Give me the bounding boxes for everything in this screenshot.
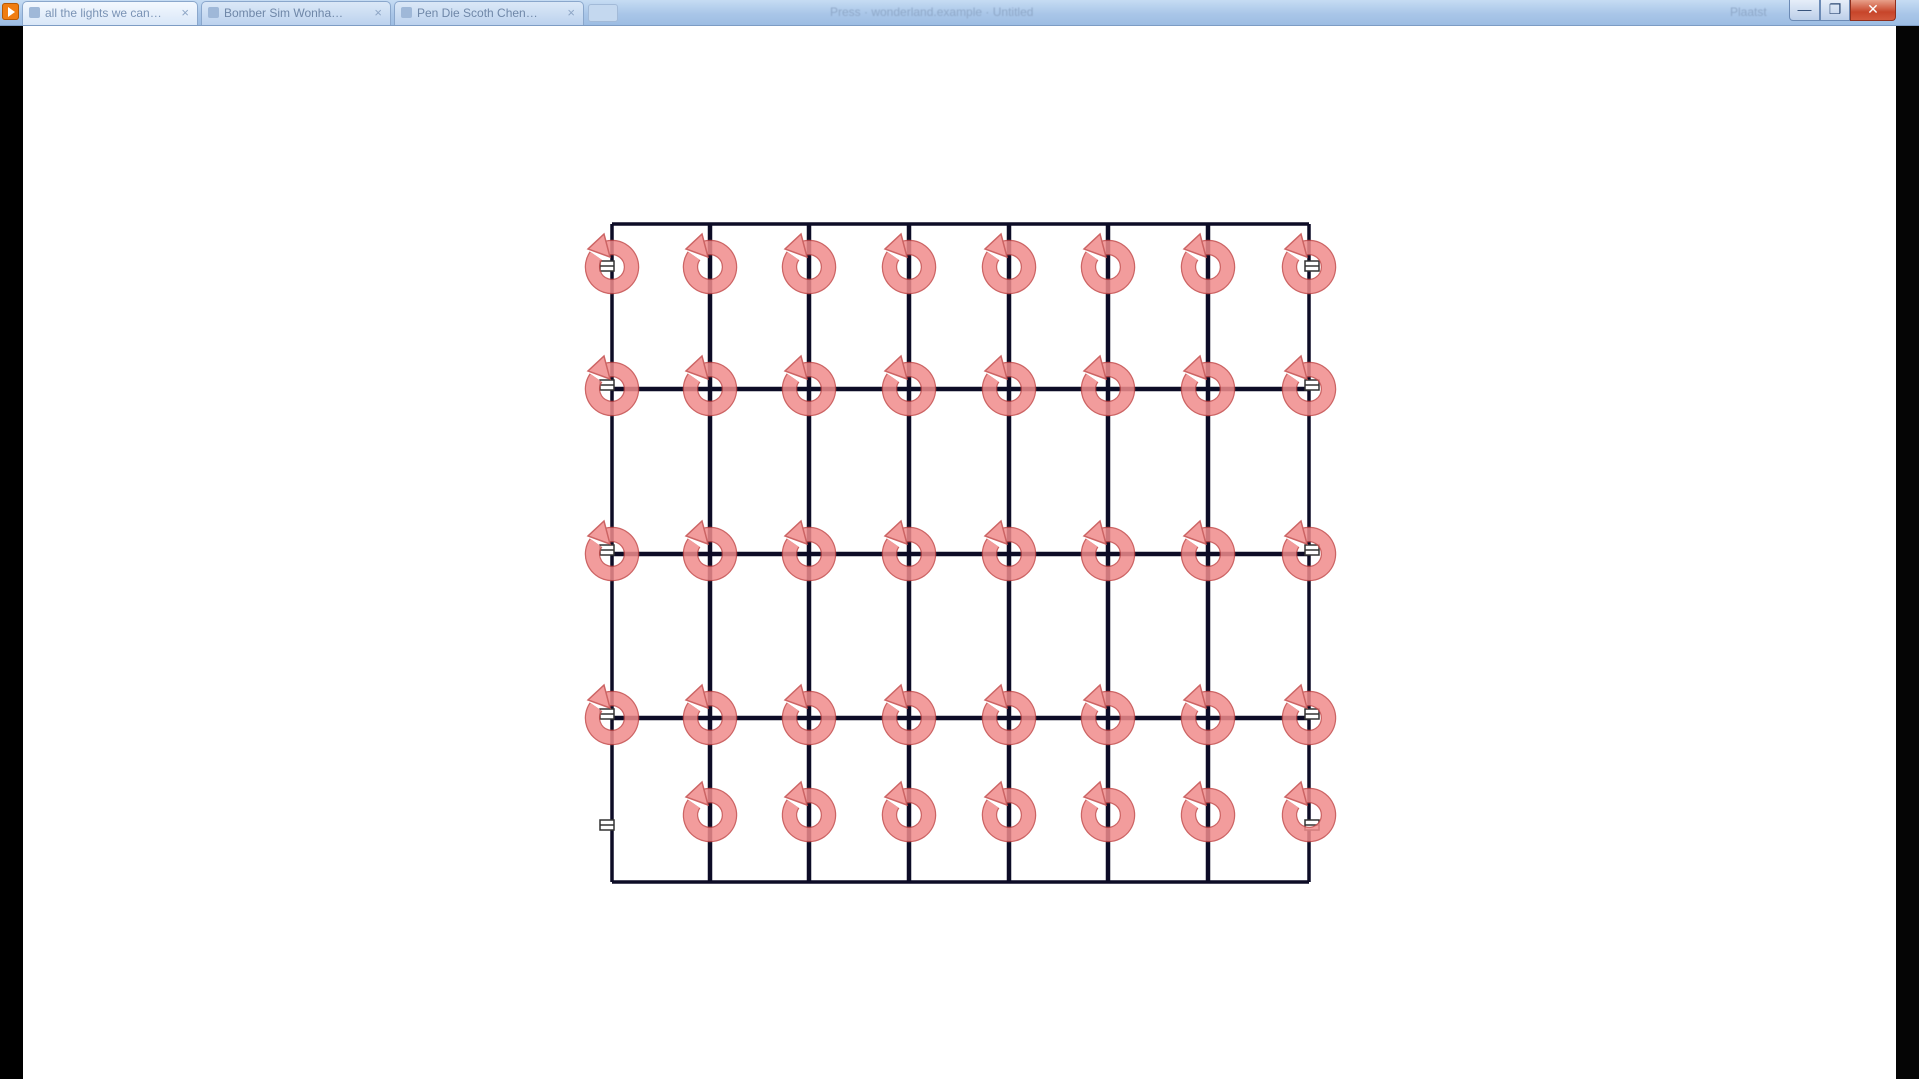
edge-connector-icon bbox=[599, 379, 615, 391]
edge-connector-icon bbox=[599, 260, 615, 272]
tab-active[interactable]: all the lights we can… × bbox=[22, 1, 198, 25]
edge-connector-icon bbox=[1304, 708, 1320, 720]
minimize-button[interactable]: — bbox=[1789, 0, 1820, 21]
grid-canvas[interactable] bbox=[23, 26, 1896, 1079]
browser-titlebar: all the lights we can… × Bomber Sim Wonh… bbox=[0, 0, 1919, 26]
window-right-border bbox=[1896, 26, 1919, 1079]
restart-icon bbox=[1281, 780, 1337, 843]
tab-favicon-icon bbox=[208, 7, 219, 18]
tab-label: all the lights we can… bbox=[45, 6, 162, 20]
maximize-button[interactable]: ❐ bbox=[1820, 0, 1850, 21]
tab-favicon-icon bbox=[401, 7, 412, 18]
close-button[interactable]: ✕ bbox=[1850, 0, 1896, 21]
tab-close-icon[interactable]: × bbox=[567, 2, 575, 24]
window-right-label: Plaatst bbox=[1730, 5, 1767, 19]
edge-connector-icon bbox=[1304, 260, 1320, 272]
window-title-text: Press · wonderland.example · Untitled bbox=[830, 5, 1034, 19]
edge-connector-icon bbox=[599, 708, 615, 720]
tab-3[interactable]: Pen Die Scoth Chen… × bbox=[394, 1, 584, 25]
canvas-area[interactable] bbox=[23, 26, 1896, 1079]
edge-connector-icon bbox=[1304, 544, 1320, 556]
new-tab-button[interactable] bbox=[588, 4, 618, 22]
edge-connector-icon bbox=[1304, 379, 1320, 391]
tab-close-icon[interactable]: × bbox=[374, 2, 382, 24]
tab-close-icon[interactable]: × bbox=[181, 2, 189, 24]
tab-label: Bomber Sim Wonha… bbox=[224, 6, 344, 20]
edge-connector-icon bbox=[599, 819, 615, 831]
tab-label: Pen Die Scoth Chen… bbox=[417, 6, 538, 20]
tab-favicon-icon bbox=[29, 7, 40, 18]
grid-lines bbox=[610, 222, 1311, 884]
browser-app-icon[interactable] bbox=[2, 3, 19, 20]
tab-2[interactable]: Bomber Sim Wonha… × bbox=[201, 1, 391, 25]
edge-connector-icon bbox=[599, 544, 615, 556]
